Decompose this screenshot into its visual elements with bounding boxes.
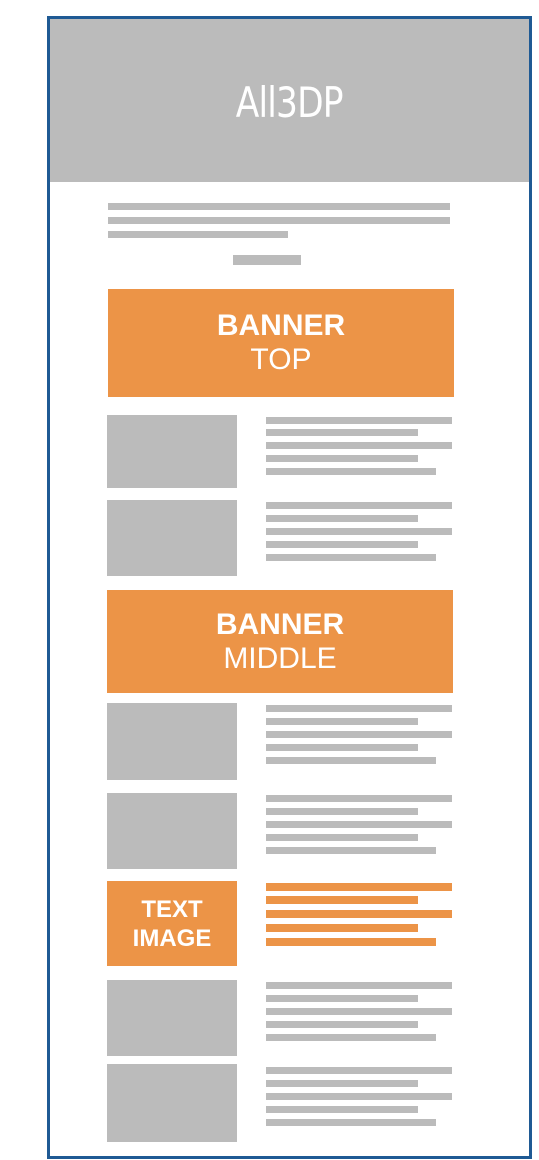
article-text-line	[266, 429, 418, 436]
text-image-block: TEXT IMAGE	[107, 881, 237, 966]
newsletter-layout-frame: All3DP BANNER TOP BANNER MIDDLE TEXT IMA…	[47, 16, 532, 1159]
article-text-line	[266, 515, 418, 522]
highlighted-text-line	[266, 924, 418, 932]
article-text-line	[266, 417, 452, 424]
article-text-line	[266, 1034, 436, 1041]
article-text-line	[266, 554, 436, 561]
article-text-line	[266, 821, 452, 828]
article-text-line	[266, 455, 418, 462]
article-text-line	[266, 834, 418, 841]
article-text-line	[266, 705, 452, 712]
article-thumbnail	[107, 500, 237, 576]
banner-top: BANNER TOP	[108, 289, 454, 397]
article-thumbnail	[107, 980, 237, 1056]
highlighted-text-line	[266, 896, 418, 904]
article-text-line	[266, 442, 452, 449]
article-text-line	[266, 718, 418, 725]
article-text-line	[266, 731, 452, 738]
highlighted-text-line	[266, 910, 452, 918]
article-text-line	[266, 1080, 418, 1087]
intro-text-line	[108, 203, 450, 210]
article-text-line	[266, 468, 436, 475]
article-text-line	[266, 502, 452, 509]
article-text-line	[266, 541, 418, 548]
banner-middle-label-1: BANNER	[215, 607, 345, 641]
text-image-label-2: IMAGE	[132, 924, 212, 952]
article-text-line	[266, 1067, 452, 1074]
article-text-line	[266, 795, 452, 802]
logo: All3DP	[236, 78, 344, 127]
article-text-line	[266, 808, 418, 815]
banner-top-label-2: TOP	[250, 343, 312, 376]
highlighted-text-line	[266, 883, 452, 891]
banner-middle: BANNER MIDDLE	[107, 590, 453, 693]
article-text-line	[266, 982, 452, 989]
article-thumbnail	[107, 793, 237, 869]
article-text-line	[266, 1021, 418, 1028]
article-text-line	[266, 1119, 436, 1126]
article-text-line	[266, 1093, 452, 1100]
article-text-line	[266, 847, 436, 854]
intro-text-line	[108, 231, 288, 238]
article-thumbnail	[107, 415, 237, 488]
intro-text-line	[108, 217, 450, 224]
article-text-line	[266, 744, 418, 751]
article-thumbnail	[107, 1064, 237, 1142]
article-text-line	[266, 1106, 418, 1113]
article-text-line	[266, 528, 452, 535]
header-bar: All3DP	[50, 19, 529, 182]
banner-top-label-1: BANNER	[216, 309, 346, 342]
text-image-label-1: TEXT	[141, 895, 203, 923]
article-text-line	[266, 1008, 452, 1015]
article-thumbnail	[107, 703, 237, 780]
article-text-line	[266, 995, 418, 1002]
banner-middle-label-2: MIDDLE	[223, 641, 337, 675]
article-text-line	[266, 757, 436, 764]
highlighted-text-line	[266, 938, 436, 946]
intro-link-placeholder	[233, 255, 301, 265]
